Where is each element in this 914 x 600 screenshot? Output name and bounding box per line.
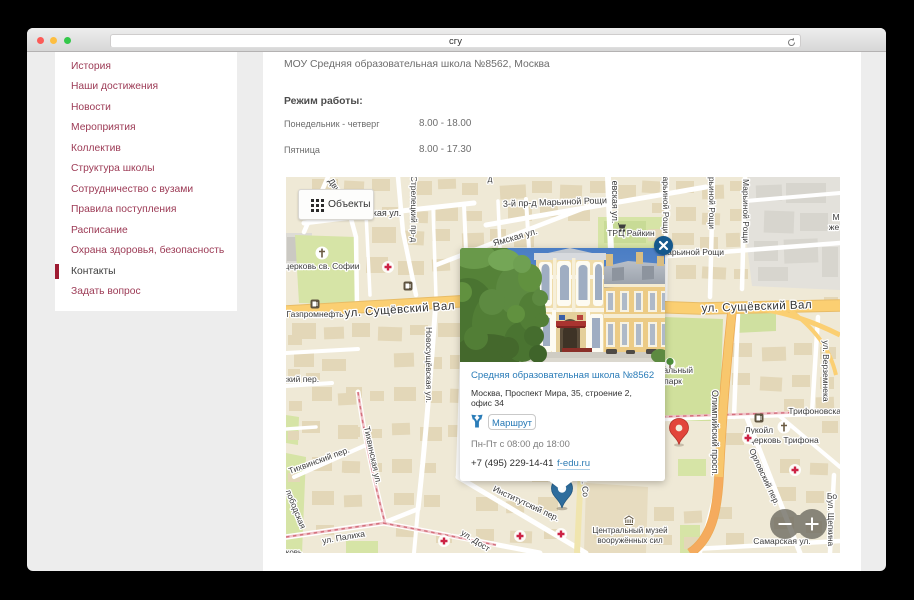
svg-text:арьиной Рощи: арьиной Рощи [661,177,671,234]
svg-text:зрьиной Рощи: зрьиной Рощи [707,177,717,229]
svg-text:парк: парк [664,376,682,386]
svg-text:ул. Щепкина: ул. Щепкина [826,500,835,547]
svg-text:церковь Трифона: церковь Трифона [749,435,819,445]
svg-text:ский пер.: ский пер. [286,374,319,384]
svg-text:Трифоновская: Трифоновская [788,406,840,416]
svg-text:вооружённых сил: вооружённых сил [597,536,663,545]
svg-text:д: д [488,177,493,184]
svg-text:Центральный музей: Центральный музей [592,526,667,535]
svg-text:ул. Верземнека: ул. Верземнека [821,340,831,401]
svg-text:церковь св. Софии: церковь св. Софии [286,261,360,271]
svg-text:Орловский пер.: Орловский пер. [747,447,782,507]
svg-text:евская ул.: евская ул. [610,181,620,224]
svg-text:Марьиной Рощи: Марьиной Рощи [741,179,751,243]
svg-text:Стрелецкий пр-д: Стрелецкий пр-д [409,177,419,242]
svg-text:кая ул.: кая ул. [373,208,402,218]
svg-text:Олимпийский просп.: Олимпийский просп. [710,390,720,476]
svg-text:же: же [829,222,840,232]
svg-text:Газпромнефть: Газпромнефть [286,309,344,319]
svg-text:ковь: ковь [286,548,302,553]
svg-text:ТРЦ Райкин: ТРЦ Райкин [607,228,655,238]
svg-text:М: М [832,212,839,222]
svg-text:Новосущёвская ул.: Новосущёвская ул. [424,327,434,403]
